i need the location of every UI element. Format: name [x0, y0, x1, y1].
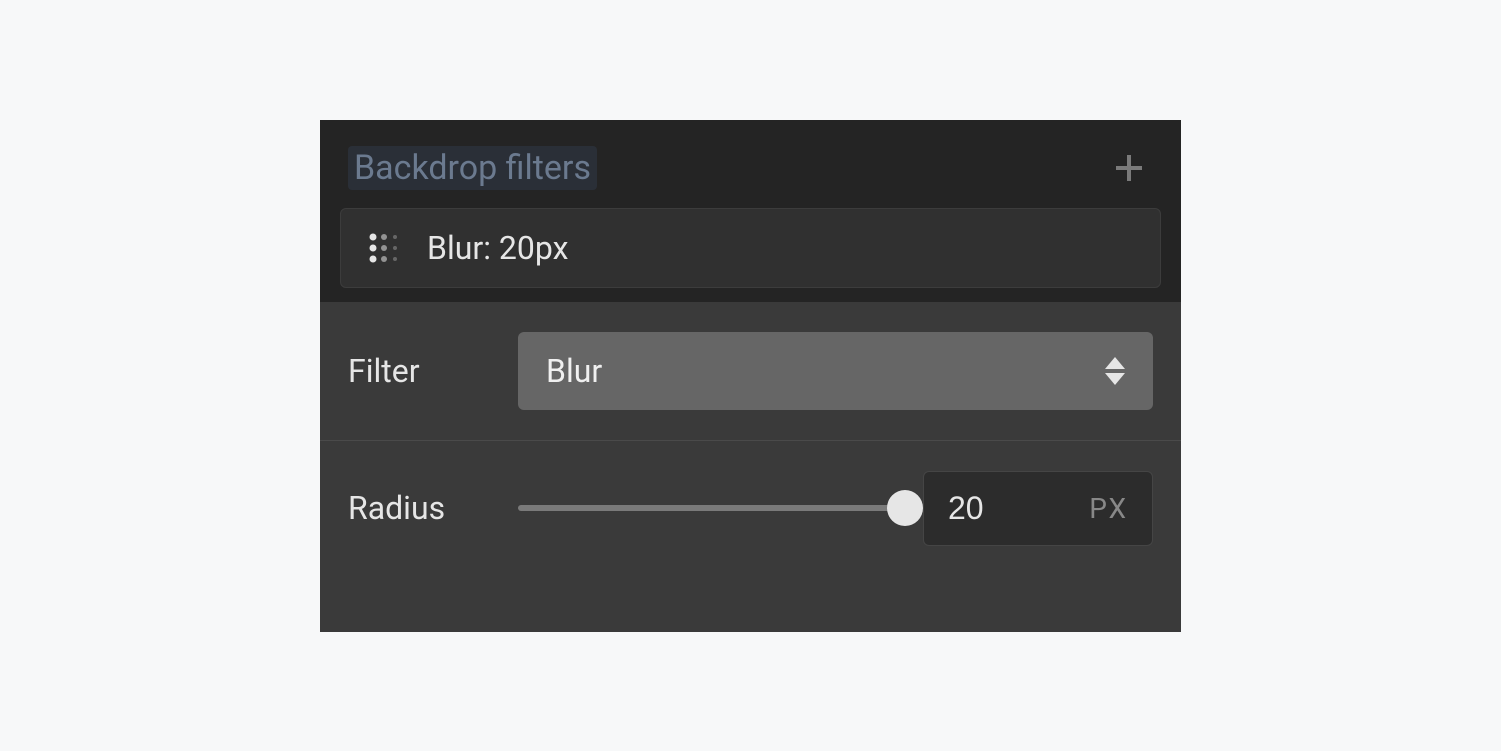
- radius-control: PX: [518, 471, 1153, 546]
- add-filter-button[interactable]: [1105, 152, 1153, 184]
- radius-slider[interactable]: [518, 505, 905, 511]
- filter-list-item[interactable]: Blur: 20px: [340, 208, 1161, 288]
- section-header: Backdrop filters: [320, 120, 1181, 208]
- filter-type-dropdown[interactable]: Blur: [518, 332, 1153, 410]
- filter-type-row: Filter Blur: [320, 302, 1181, 440]
- filter-type-value: Blur: [546, 352, 602, 390]
- radius-slider-thumb[interactable]: [887, 490, 923, 526]
- radius-value-box: PX: [923, 471, 1153, 546]
- radius-unit-label: PX: [1089, 492, 1128, 525]
- radius-label: Radius: [348, 489, 498, 527]
- filter-type-label: Filter: [348, 352, 498, 390]
- plus-icon: [1113, 152, 1145, 184]
- backdrop-filters-panel: Backdrop filters Blur: 20px: [320, 120, 1181, 632]
- filter-settings: Filter Blur Radius PX: [320, 302, 1181, 632]
- section-title: Backdrop filters: [348, 146, 597, 190]
- filter-item-label: Blur: 20px: [427, 229, 568, 267]
- radius-input[interactable]: [948, 490, 1028, 527]
- sort-arrows-icon: [1105, 357, 1125, 385]
- blur-icon: [367, 231, 401, 265]
- radius-row: Radius PX: [320, 440, 1181, 576]
